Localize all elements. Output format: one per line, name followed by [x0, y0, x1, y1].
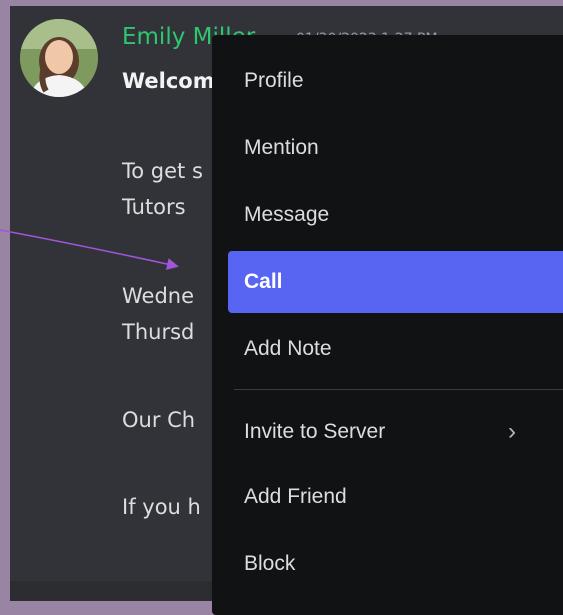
message-line: If you h	[122, 495, 201, 519]
menu-item-invite-to-server[interactable]: Invite to Server ›	[228, 401, 563, 463]
message-line: Our Ch	[122, 408, 196, 432]
menu-item-add-note[interactable]: Add Note	[228, 318, 563, 380]
message-line: Tutors	[122, 195, 186, 219]
menu-item-label: Add Note	[244, 337, 332, 360]
avatar-image	[20, 19, 98, 97]
menu-item-mention[interactable]: Mention	[228, 117, 563, 179]
screenshot-frame: Emily Miller 01/30/2023 1:27 PM Welcome …	[0, 0, 563, 615]
menu-item-block[interactable]: Block	[228, 533, 563, 595]
menu-item-label: Block	[244, 552, 296, 575]
user-avatar[interactable]	[20, 19, 98, 97]
message-line: Thursd	[122, 320, 195, 344]
menu-item-label: Invite to Server	[244, 420, 386, 443]
chevron-right-icon: ›	[508, 418, 516, 445]
message-line: Wedne	[122, 284, 195, 308]
menu-item-label: Message	[244, 203, 330, 226]
menu-item-add-friend[interactable]: Add Friend	[228, 466, 563, 528]
menu-item-label: Add Friend	[244, 485, 347, 508]
user-context-menu: Profile Mention Message Call Add Note In…	[212, 35, 563, 615]
message-line: To get s	[122, 159, 203, 183]
menu-item-label: Call	[244, 270, 283, 293]
menu-item-call[interactable]: Call	[228, 251, 563, 313]
menu-item-message[interactable]: Message	[228, 184, 563, 246]
menu-item-label: Mention	[244, 136, 319, 159]
menu-separator	[234, 389, 563, 390]
menu-item-profile[interactable]: Profile	[228, 50, 563, 112]
menu-item-label: Profile	[244, 69, 304, 92]
